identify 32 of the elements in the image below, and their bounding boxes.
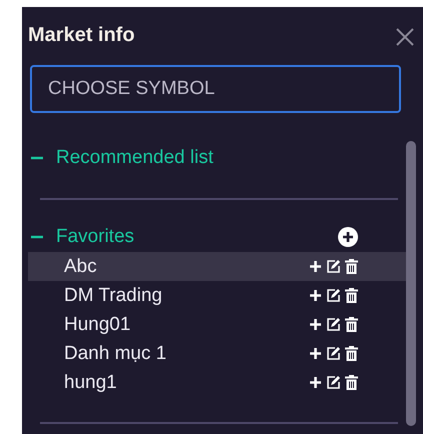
edit-icon[interactable] [326, 346, 341, 361]
plus-icon[interactable] [309, 260, 322, 273]
close-icon[interactable] [395, 27, 415, 47]
list-name: Hung01 [64, 314, 132, 336]
edit-icon[interactable] [326, 317, 341, 332]
add-circle-icon[interactable] [338, 227, 358, 247]
trash-icon[interactable] [345, 375, 358, 390]
edit-icon[interactable] [326, 259, 341, 274]
list-name: Danh mục 1 [64, 342, 168, 364]
favorite-list-row[interactable]: hung1 [28, 368, 406, 397]
trash-icon[interactable] [345, 259, 358, 274]
panel-title: Market info [28, 24, 135, 46]
plus-icon[interactable] [309, 318, 322, 331]
trash-icon[interactable] [345, 288, 358, 303]
plus-icon[interactable] [309, 347, 322, 360]
plus-icon[interactable] [309, 289, 322, 302]
edit-icon[interactable] [326, 288, 341, 303]
section-title[interactable]: Favorites [56, 226, 326, 248]
symbol-search-field[interactable]: CHOOSE SYMBOL [30, 65, 401, 113]
scrollbar-thumb[interactable] [406, 141, 416, 426]
section-title[interactable]: Recommended list [56, 147, 358, 169]
list-name: Abc [64, 256, 98, 278]
favorite-list-row[interactable]: Hung01 [28, 310, 406, 339]
trash-icon[interactable] [345, 346, 358, 361]
edit-icon[interactable] [326, 375, 341, 390]
favorite-list-row[interactable]: DM Trading [28, 281, 406, 310]
trash-icon[interactable] [345, 317, 358, 332]
plus-icon[interactable] [309, 376, 322, 389]
list-name: hung1 [64, 372, 118, 394]
list-name: DM Trading [64, 284, 164, 306]
favorite-list-row[interactable]: Danh mục 1 [28, 339, 406, 368]
favorite-list-row[interactable]: Abc [28, 252, 406, 281]
